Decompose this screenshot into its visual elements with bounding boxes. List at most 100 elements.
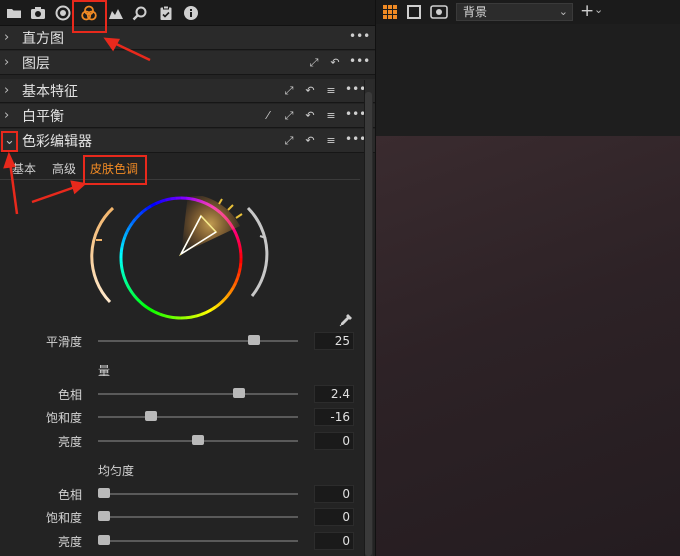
chevron-right-icon[interactable]: › (4, 84, 16, 98)
left-range-arc[interactable] (90, 206, 115, 304)
hue-ring-segment (238, 263, 243, 269)
chevron-down-icon[interactable]: ⌄ (594, 3, 603, 16)
uniformity-saturation-value[interactable]: 0 (314, 508, 354, 526)
hue-ring-segment (121, 236, 127, 243)
variant-select[interactable]: 背景 ⌄ (456, 3, 573, 21)
annotation-box-color-tab (72, 0, 107, 33)
hue-ring-segment (150, 308, 157, 314)
basic-characteristics-header[interactable]: › 基本特征 ⤢ ↶ ≡ ••• (0, 79, 375, 103)
lens-icon[interactable] (55, 5, 71, 21)
ring-tick (227, 204, 234, 211)
uniformity-hue-slider-thumb[interactable] (98, 488, 110, 498)
amount-saturation-slider-thumb[interactable] (145, 411, 157, 421)
expand-icon[interactable]: ⤢ (282, 109, 296, 123)
more-icon[interactable]: ••• (345, 83, 366, 98)
hue-ring-segment (120, 267, 125, 274)
reset-icon[interactable]: ↶ (303, 84, 317, 98)
tool-tab-bar (0, 0, 375, 26)
reset-icon[interactable]: ↶ (328, 56, 342, 70)
amount-hue-value[interactable]: 2.4 (314, 385, 354, 403)
info-icon[interactable] (183, 5, 199, 21)
list-icon[interactable]: ≡ (324, 109, 338, 123)
uniformity-lightness-value[interactable]: 0 (314, 532, 354, 550)
smoothness-slider[interactable] (98, 340, 298, 342)
expand-icon[interactable]: ⤢ (282, 84, 296, 98)
annotation-box-skin-tone-tab (83, 155, 147, 185)
section-title: 色彩编辑器 (22, 134, 92, 150)
expand-icon[interactable]: ⤢ (282, 134, 296, 148)
amount-lightness-slider-thumb[interactable] (192, 435, 204, 445)
uniformity-group-label: 均匀度 (98, 464, 135, 478)
color-editor-header[interactable]: ⌄ 色彩编辑器 ⤢ ↶ ≡ ••• (0, 129, 375, 153)
hue-ring-segment (195, 312, 203, 318)
amount-saturation-slider[interactable] (98, 416, 298, 418)
amount-hue-slider-thumb[interactable] (233, 388, 246, 398)
grid-view-icon[interactable] (382, 4, 398, 20)
reset-icon[interactable]: ↶ (303, 109, 317, 123)
more-icon[interactable]: ••• (349, 30, 370, 45)
chevron-right-icon[interactable]: › (4, 31, 16, 45)
hue-ring-segment (231, 282, 237, 289)
chevron-right-icon[interactable]: › (4, 109, 16, 123)
amount-hue-label: 色相 (57, 388, 82, 402)
color-picker-icon[interactable] (338, 312, 354, 328)
list-icon[interactable]: ≡ (324, 84, 338, 98)
list-icon[interactable]: ≡ (324, 134, 338, 148)
right-range-arc[interactable] (246, 206, 269, 297)
hue-ring-segment (145, 305, 152, 312)
add-variant-icon[interactable]: + (580, 1, 594, 21)
hue-ring-segment (123, 231, 129, 239)
hue-ring-segment (164, 314, 171, 319)
single-view-icon[interactable] (406, 4, 422, 20)
reset-icon[interactable]: ↶ (303, 134, 317, 148)
photo-preview[interactable] (376, 136, 680, 556)
hue-ring-segment (150, 202, 157, 208)
hue-ring-segment (225, 291, 232, 298)
layers-header[interactable]: › 图层 ⤢ ↶ ••• (0, 51, 375, 75)
amount-hue-slider[interactable] (98, 393, 298, 395)
tab-basic[interactable]: 基本 (12, 160, 36, 177)
camera-icon[interactable] (30, 5, 46, 21)
hue-ring-segment (159, 312, 166, 318)
amount-lightness-label: 亮度 (57, 435, 82, 449)
folder-icon[interactable] (6, 5, 22, 21)
eyedropper-icon[interactable]: ⁄ (261, 109, 275, 123)
chevron-right-icon[interactable]: › (4, 56, 16, 70)
white-balance-header[interactable]: › 白平衡 ⁄ ⤢ ↶ ≡ ••• (0, 104, 375, 128)
uniformity-lightness-slider-thumb[interactable] (98, 535, 110, 545)
hue-ring-segment (119, 247, 124, 253)
hue-ring-segment (228, 287, 235, 294)
smoothness-slider-thumb[interactable] (248, 335, 261, 345)
section-title: 基本特征 (22, 84, 78, 100)
smoothness-label: 平滑度 (45, 335, 82, 349)
viewer-background (376, 24, 680, 136)
annotation-box-expand (1, 131, 18, 152)
uniformity-hue-slider[interactable] (98, 493, 298, 495)
more-icon[interactable]: ••• (349, 55, 370, 70)
hue-ring-segment (170, 196, 177, 201)
skin-tone-color-wheel[interactable] (88, 196, 272, 326)
tab-advanced[interactable]: 高级 (52, 160, 76, 177)
hue-ring-segment (237, 268, 242, 275)
more-icon[interactable]: ••• (345, 133, 366, 148)
hue-ring-segment (130, 291, 137, 298)
uniformity-saturation-slider-thumb[interactable] (98, 511, 110, 521)
hue-ring-segment (170, 315, 176, 320)
expand-icon[interactable]: ⤢ (307, 56, 321, 70)
histogram-header[interactable]: › 直方图 ••• (0, 26, 375, 50)
hue-ring-segment (141, 302, 148, 309)
exposure-icon[interactable] (108, 5, 124, 21)
uniformity-lightness-slider[interactable] (98, 540, 298, 542)
hue-ring-segment (210, 305, 217, 312)
clipboard-icon[interactable] (158, 5, 174, 21)
uniformity-saturation-slider[interactable] (98, 516, 298, 518)
more-icon[interactable]: ••• (345, 108, 366, 123)
amount-saturation-value[interactable]: -16 (314, 408, 354, 426)
preview-eye-icon[interactable] (430, 4, 448, 20)
panel-scrollbar-thumb[interactable] (365, 92, 372, 556)
smoothness-value[interactable]: 25 (314, 332, 354, 350)
uniformity-hue-value[interactable]: 0 (314, 485, 354, 503)
search-icon[interactable] (132, 5, 148, 21)
amount-lightness-value[interactable]: 0 (314, 432, 354, 450)
hue-ring-segment (185, 315, 192, 320)
